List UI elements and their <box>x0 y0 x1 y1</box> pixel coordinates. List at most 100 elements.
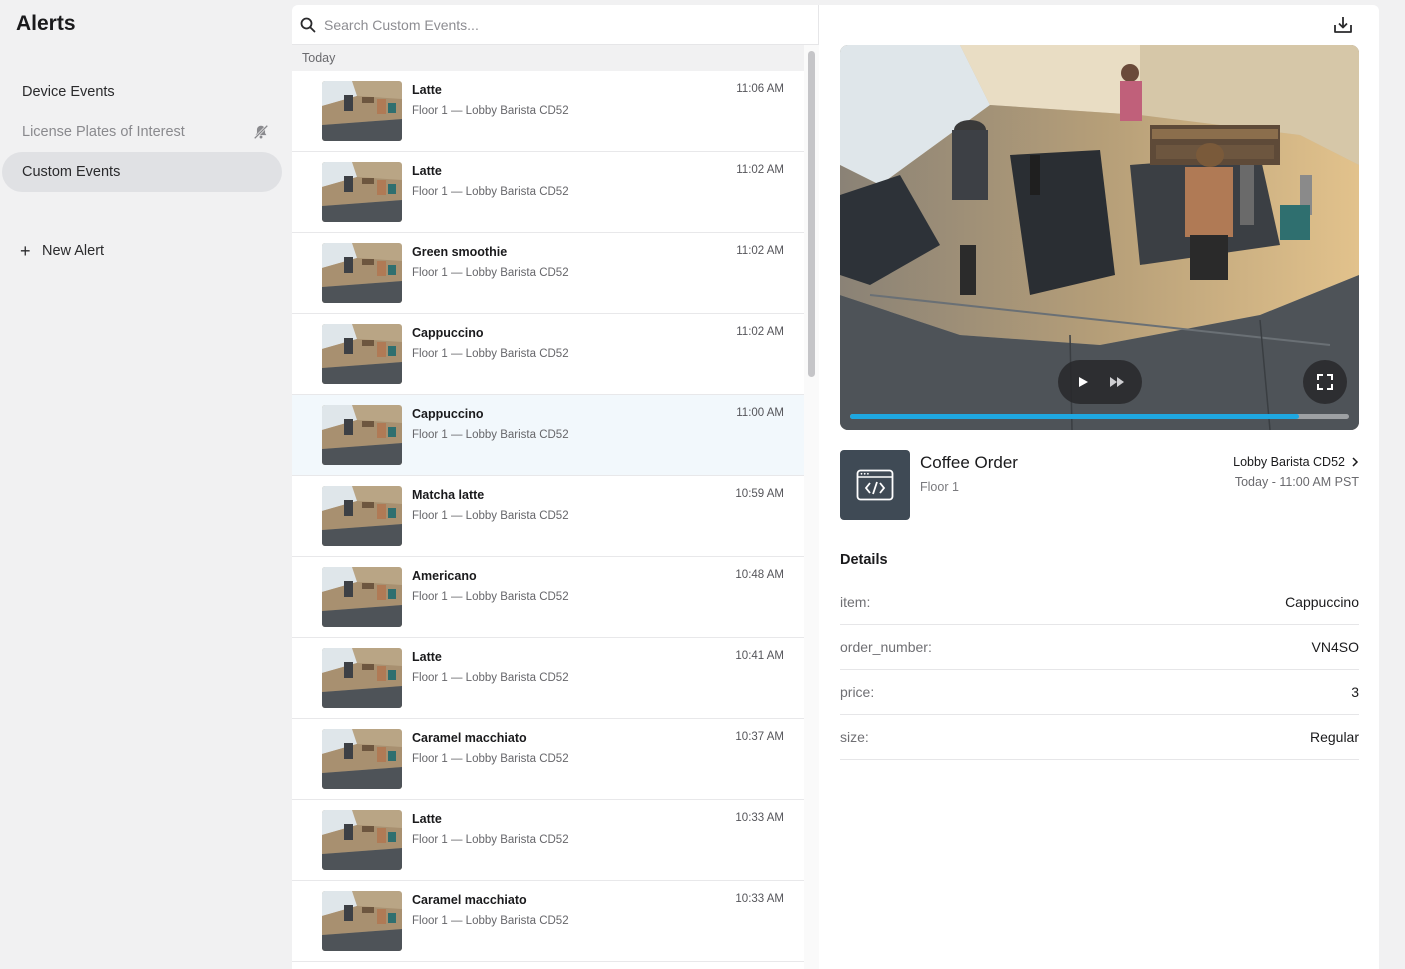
detail-row-price: price: 3 <box>840 670 1359 715</box>
event-detail-location: Floor 1 <box>920 480 959 494</box>
event-title: Caramel macchiato <box>412 731 527 745</box>
chevron-right-icon <box>1352 457 1359 467</box>
event-time: 11:02 AM <box>736 245 784 257</box>
list-item[interactable]: Matcha latte Floor 1 — Lobby Barista CD52… <box>292 476 804 557</box>
main-card: Today Latte Floor 1 — Lobby Barista CD52 1… <box>292 5 1379 969</box>
event-thumbnail <box>322 810 402 870</box>
list-item[interactable]: Latte Floor 1 — Lobby Barista CD52 11:02 A… <box>292 152 804 233</box>
detail-value: Cappuccino <box>1285 594 1359 610</box>
event-thumbnail <box>322 648 402 708</box>
event-location: Floor 1 — Lobby Barista CD52 <box>412 753 569 765</box>
sidebar-item-label: Custom Events <box>22 164 121 180</box>
details-list: item: Cappuccino order_number: VN4SO pri… <box>840 580 1359 760</box>
event-location: Floor 1 — Lobby Barista CD52 <box>412 348 569 360</box>
event-title: Cappuccino <box>412 326 484 340</box>
event-thumbnail <box>322 162 402 222</box>
detail-value: VN4SO <box>1311 639 1359 655</box>
event-title: Latte <box>412 812 442 826</box>
detail-value: Regular <box>1309 729 1359 745</box>
event-location: Floor 1 — Lobby Barista CD52 <box>412 834 569 846</box>
event-time: 11:00 AM <box>736 407 784 419</box>
list-item[interactable]: Green smoothie Floor 1 — Lobby Barista CD… <box>292 233 804 314</box>
list-item[interactable]: Latte Floor 1 — Lobby Barista CD52 10:33 A… <box>292 800 804 881</box>
video-progress-bar[interactable] <box>850 414 1349 419</box>
event-title: Matcha latte <box>412 488 485 502</box>
event-title: Green smoothie <box>412 245 508 259</box>
list-item[interactable]: Latte Floor 1 — Lobby Barista CD52 10:41 A… <box>292 638 804 719</box>
detail-value: 3 <box>1351 684 1359 700</box>
list-item[interactable]: Caramel macchiato Floor 1 — Lobby Barista… <box>292 881 804 962</box>
download-icon[interactable] <box>1331 13 1355 37</box>
detail-row-order-number: order_number: VN4SO <box>840 625 1359 670</box>
player-controls <box>1058 360 1142 404</box>
event-title: Cappuccino <box>412 407 484 421</box>
event-thumbnail <box>322 729 402 789</box>
event-time: 11:02 AM <box>736 164 784 176</box>
fullscreen-icon <box>1317 374 1333 390</box>
event-time: 10:41 AM <box>735 650 784 662</box>
plus-icon: + <box>20 241 31 261</box>
event-time: 10:37 AM <box>735 731 784 743</box>
list-item[interactable]: Caramel macchiato Floor 1 — Lobby Barista… <box>292 719 804 800</box>
event-location: Floor 1 — Lobby Barista CD52 <box>412 915 569 927</box>
scrollbar-thumb[interactable] <box>808 51 815 377</box>
event-location: Floor 1 — Lobby Barista CD52 <box>412 105 569 117</box>
event-location: Floor 1 — Lobby Barista CD52 <box>412 267 569 279</box>
event-thumbnail <box>322 81 402 141</box>
event-list-pane: Today Latte Floor 1 — Lobby Barista CD52 1… <box>292 5 819 969</box>
event-location: Floor 1 — Lobby Barista CD52 <box>412 591 569 603</box>
search-bar <box>292 5 819 45</box>
fast-forward-button[interactable] <box>1105 370 1129 394</box>
detail-key: order_number: <box>840 639 932 655</box>
play-button[interactable] <box>1071 370 1095 394</box>
fast-forward-icon <box>1110 377 1124 387</box>
camera-name: Lobby Barista CD52 <box>1233 455 1345 469</box>
video-progress-fill <box>850 414 1300 419</box>
event-title: Caramel macchiato <box>412 893 527 907</box>
detail-key: size: <box>840 729 869 745</box>
event-timestamp: Today - 11:00 AM PST <box>1234 475 1359 489</box>
list-item[interactable]: Cappuccino Floor 1 — Lobby Barista CD52 11… <box>292 395 804 476</box>
details-heading: Details <box>840 552 888 568</box>
event-detail-title: Coffee Order <box>920 453 1018 472</box>
new-alert-label: New Alert <box>42 243 105 259</box>
event-title: Americano <box>412 569 477 583</box>
list-item[interactable]: Latte Floor 1 — Lobby Barista CD52 11:06 A… <box>292 71 804 152</box>
event-thumbnail <box>322 891 402 951</box>
event-time: 11:06 AM <box>736 83 784 95</box>
event-location: Floor 1 — Lobby Barista CD52 <box>412 429 569 441</box>
play-icon <box>1079 377 1088 387</box>
camera-link[interactable]: Lobby Barista CD52 <box>1233 455 1359 469</box>
event-time: 10:33 AM <box>735 812 784 824</box>
search-input[interactable] <box>324 16 794 33</box>
sidebar-item-license-plates[interactable]: License Plates of Interest <box>2 112 282 152</box>
event-location: Floor 1 — Lobby Barista CD52 <box>412 510 569 522</box>
list-item[interactable]: Americano Floor 1 — Lobby Barista CD52 10:… <box>292 557 804 638</box>
event-location: Floor 1 — Lobby Barista CD52 <box>412 672 569 684</box>
detail-key: item: <box>840 594 871 610</box>
detail-key: price: <box>840 684 875 700</box>
fullscreen-button[interactable] <box>1303 360 1347 404</box>
event-list[interactable]: Today Latte Floor 1 — Lobby Barista CD52 1… <box>292 45 804 969</box>
event-thumbnail <box>322 324 402 384</box>
sidebar-item-device-events[interactable]: Device Events <box>2 72 282 112</box>
video-player[interactable] <box>840 45 1359 430</box>
bell-off-icon <box>253 124 269 140</box>
event-time: 10:48 AM <box>735 569 784 581</box>
list-item[interactable]: Cappuccino Floor 1 — Lobby Barista CD52 11… <box>292 314 804 395</box>
sidebar-item-label: License Plates of Interest <box>22 124 185 140</box>
event-thumbnail <box>322 567 402 627</box>
code-window-icon <box>856 469 894 501</box>
event-time: 11:02 AM <box>736 326 784 338</box>
event-time: 10:33 AM <box>735 893 784 905</box>
sidebar-item-custom-events[interactable]: Custom Events <box>2 152 282 192</box>
search-icon <box>300 17 316 32</box>
event-thumbnail <box>322 243 402 303</box>
list-scrollbar[interactable] <box>804 45 819 969</box>
section-header-today: Today <box>292 45 804 71</box>
event-time: 10:59 AM <box>735 488 784 500</box>
event-thumbnail <box>322 405 402 465</box>
event-title: Latte <box>412 650 442 664</box>
new-alert-button[interactable]: + New Alert <box>20 242 104 260</box>
event-type-icon-box <box>840 450 910 520</box>
